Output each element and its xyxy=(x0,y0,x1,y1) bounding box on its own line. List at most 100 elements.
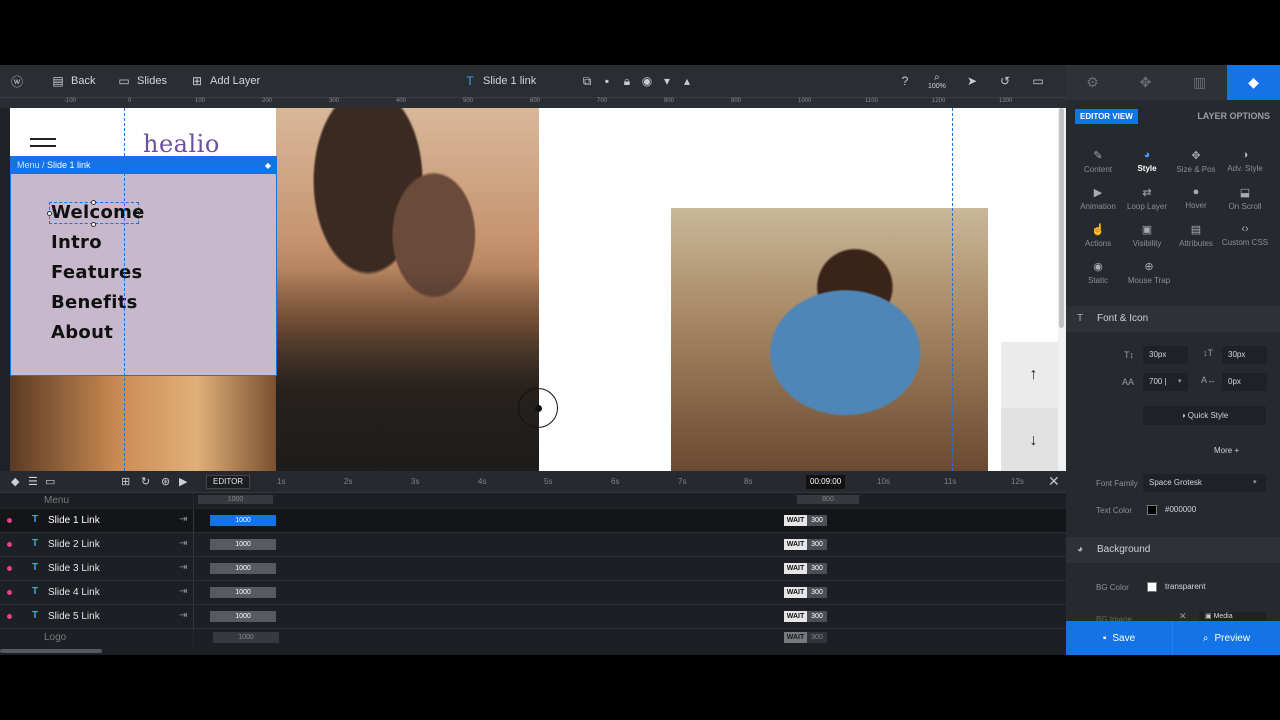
group-end-bar[interactable]: 800 xyxy=(797,495,859,504)
option-attributes[interactable]: ▤ Attributes xyxy=(1170,223,1222,248)
font-size-input[interactable]: 30px xyxy=(1143,346,1188,364)
align-icon[interactable]: ⇥ xyxy=(179,514,187,525)
timeline-row[interactable]: T Slide 1 Link ⇥ 1000 WAIT 300 xyxy=(0,509,1066,533)
align-icon[interactable]: ⇥ xyxy=(179,586,187,597)
canvas-scrollbar[interactable] xyxy=(1058,108,1066,471)
move-down-button[interactable]: ▾ xyxy=(660,65,674,97)
align-icon[interactable]: ⇥ xyxy=(179,610,187,621)
back-button[interactable]: ▤ Back xyxy=(51,65,95,97)
option-on-scroll[interactable]: ⬓ On Scroll xyxy=(1219,186,1271,211)
option-actions[interactable]: ☝ Actions xyxy=(1072,223,1124,248)
option-mouse-trap[interactable]: ⊕ Mouse Trap xyxy=(1123,260,1175,285)
bg-color-swatch[interactable] xyxy=(1147,582,1157,592)
device-desktop-button[interactable]: ▭ xyxy=(1031,65,1045,97)
loop-icon[interactable]: ↻ xyxy=(141,475,150,488)
wait-value[interactable]: 300 xyxy=(807,539,827,550)
current-time-marker[interactable]: 00:09:00 xyxy=(806,475,846,489)
wait-value[interactable]: 300 xyxy=(807,563,827,574)
wait-value[interactable]: 300 xyxy=(807,515,827,526)
preview-button[interactable]: ⌕ Preview xyxy=(1173,621,1280,655)
duplicate-button[interactable]: ⧉ xyxy=(580,65,594,97)
option-custom-css[interactable]: ‹› Custom CSS xyxy=(1219,223,1271,247)
editor-tag[interactable]: EDITOR xyxy=(206,475,251,489)
visibility-button[interactable]: ◉ xyxy=(640,65,654,97)
option-loop-layer[interactable]: ⇄ Loop Layer xyxy=(1121,186,1173,211)
option-hover[interactable]: ● Hover xyxy=(1170,186,1222,210)
tab-layers[interactable]: ◆ xyxy=(1227,65,1280,100)
timeline-row[interactable]: T Slide 5 Link ⇥ 1000 WAIT 300 xyxy=(0,605,1066,629)
layers-icon[interactable]: ◆ xyxy=(265,157,271,174)
cursor-button[interactable]: ➤ xyxy=(965,65,979,97)
delete-button[interactable]: ▪ xyxy=(600,65,614,97)
timeline-scrollbar[interactable] xyxy=(0,649,102,653)
current-layer-selector[interactable]: T Slide 1 link xyxy=(463,65,536,97)
undo-button[interactable]: ↺ xyxy=(998,65,1012,97)
slides-button[interactable]: ▭ Slides xyxy=(117,65,167,97)
editor-view-tag[interactable]: EDITOR VIEW xyxy=(1075,109,1138,124)
wait-value[interactable]: 300 xyxy=(807,611,827,622)
duration-bar[interactable]: 1000 xyxy=(210,515,276,526)
quick-style-button[interactable]: ◑ Quick Style xyxy=(1143,406,1266,425)
section-font-icon[interactable]: T Font & Icon xyxy=(1066,306,1280,332)
timeline-row[interactable]: T Slide 4 Link ⇥ 1000 WAIT 300 xyxy=(0,581,1066,605)
group-bar[interactable]: 1000 xyxy=(198,495,273,504)
guide-line[interactable] xyxy=(124,108,125,471)
option-animation[interactable]: ▶ Animation xyxy=(1072,186,1124,211)
zoom-control[interactable]: ⌕ 100% xyxy=(928,65,946,97)
hamburger-icon[interactable] xyxy=(30,138,56,140)
duration-bar[interactable]: 1000 xyxy=(210,611,276,622)
duration-bar[interactable]: 1000 xyxy=(210,539,276,550)
folder-icon[interactable]: ▭ xyxy=(45,475,55,488)
grid-icon[interactable]: ⊞ xyxy=(121,475,130,488)
slide-down-arrow[interactable]: ↓ xyxy=(1001,408,1066,471)
option-adv-style[interactable]: ◑ Adv. Style xyxy=(1219,149,1271,173)
media-button[interactable]: ▣ Media xyxy=(1199,612,1266,621)
wait-value[interactable]: 300 xyxy=(807,632,827,643)
menu-link-features[interactable]: Features xyxy=(51,262,143,283)
tab-navigation[interactable]: ✥ xyxy=(1119,65,1172,100)
slide-canvas[interactable]: healio Menu / Slide 1 link ◆ Welcome Int… xyxy=(10,108,1066,471)
layers-icon[interactable]: ◆ xyxy=(11,475,19,488)
tab-settings[interactable]: ⚙ xyxy=(1066,65,1119,100)
option-size-pos[interactable]: ✥ Size & Pos xyxy=(1170,149,1222,174)
save-button[interactable]: ▪ Save xyxy=(1066,621,1173,655)
timeline-group-menu[interactable]: Menu 1000 800 xyxy=(0,493,1066,509)
option-content[interactable]: ✎ Content xyxy=(1072,149,1124,174)
duration-bar[interactable]: 1000 xyxy=(210,563,276,574)
align-icon[interactable]: ⇥ xyxy=(179,562,187,573)
breadcrumb-parent[interactable]: Menu xyxy=(17,160,40,170)
list-icon[interactable]: ☰ xyxy=(28,475,38,488)
tab-slides[interactable]: ▥ xyxy=(1173,65,1226,100)
option-style[interactable]: ◕ Style xyxy=(1121,149,1173,173)
text-color-value[interactable]: #000000 xyxy=(1159,501,1219,519)
slide-up-arrow[interactable]: ↑ xyxy=(1001,342,1066,408)
wait-value[interactable]: 300 xyxy=(807,587,827,598)
font-family-select[interactable]: Space Grotesk xyxy=(1143,474,1266,492)
align-icon[interactable]: ⇥ xyxy=(179,538,187,549)
play-icon[interactable]: ▶ xyxy=(179,475,187,488)
line-height-input[interactable]: 30px xyxy=(1222,346,1267,364)
text-color-swatch[interactable] xyxy=(1147,505,1157,515)
menu-layer[interactable]: Menu / Slide 1 link ◆ Welcome Intro Feat… xyxy=(10,156,277,376)
option-visibility[interactable]: ▣ Visibility xyxy=(1121,223,1173,248)
scrollbar-thumb[interactable] xyxy=(1059,108,1064,328)
letter-spacing-input[interactable]: 0px xyxy=(1222,373,1267,391)
target-icon[interactable]: ⊛ xyxy=(161,475,170,488)
help-button[interactable]: ? xyxy=(898,65,912,97)
move-up-button[interactable]: ▴ xyxy=(680,65,694,97)
section-background[interactable]: ◕ Background xyxy=(1066,537,1280,563)
menu-link-welcome[interactable]: Welcome xyxy=(51,202,145,223)
timeline-group-logo[interactable]: Logo 1000 WAIT 300 xyxy=(0,629,1066,647)
close-icon[interactable]: ✕ xyxy=(1048,473,1060,490)
menu-link-intro[interactable]: Intro xyxy=(51,232,102,253)
add-layer-button[interactable]: ⊞ Add Layer xyxy=(190,65,260,97)
option-static[interactable]: ◉ Static xyxy=(1072,260,1124,285)
lock-button[interactable]: 🔒︎ xyxy=(620,65,634,97)
more-toggle[interactable]: More + xyxy=(1214,446,1239,455)
duration-bar[interactable]: 1000 xyxy=(213,632,279,643)
duration-bar[interactable]: 1000 xyxy=(210,587,276,598)
guide-line[interactable] xyxy=(952,108,953,471)
timeline-row[interactable]: T Slide 2 Link ⇥ 1000 WAIT 300 xyxy=(0,533,1066,557)
bg-color-value[interactable]: transparent xyxy=(1159,578,1229,596)
wordpress-button[interactable]: ⓦ xyxy=(10,65,24,97)
